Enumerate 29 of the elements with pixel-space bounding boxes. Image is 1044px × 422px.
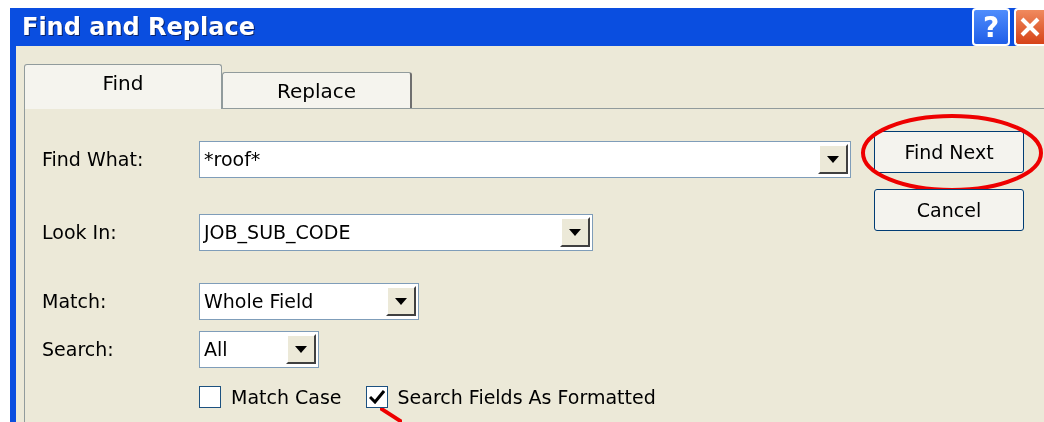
dropdown-button[interactable] bbox=[386, 286, 416, 316]
combo-box[interactable]: Whole Field bbox=[199, 282, 419, 320]
dialog-button[interactable]: Cancel bbox=[874, 189, 1024, 231]
window-title: Find and Replace bbox=[22, 13, 256, 41]
checkbox[interactable] bbox=[199, 386, 221, 408]
dropdown-button[interactable] bbox=[560, 217, 590, 247]
field-label: Match: bbox=[42, 290, 108, 312]
caret-icon bbox=[295, 345, 307, 353]
caret-icon bbox=[827, 155, 839, 163]
tab[interactable]: Find bbox=[24, 64, 222, 109]
close-icon bbox=[1019, 16, 1041, 38]
dialog-button[interactable]: Find Next bbox=[874, 131, 1024, 173]
checkbox-label: Search Fields As Formatted bbox=[397, 386, 656, 408]
combo-box[interactable]: *roof* bbox=[199, 140, 851, 178]
checkmark-icon bbox=[368, 390, 385, 404]
help-button[interactable]: ? bbox=[972, 8, 1010, 46]
dropdown-button[interactable] bbox=[818, 144, 848, 174]
tab[interactable]: Replace bbox=[222, 72, 412, 108]
close-button[interactable] bbox=[1014, 8, 1044, 46]
combo-box[interactable]: JOB_SUB_CODE bbox=[199, 213, 593, 251]
dropdown-button[interactable] bbox=[286, 334, 316, 364]
field-label: Look In: bbox=[42, 221, 118, 243]
checkbox[interactable] bbox=[365, 386, 388, 408]
field-label: Find What: bbox=[42, 148, 145, 170]
caret-icon bbox=[569, 228, 581, 236]
field-label: Search: bbox=[42, 338, 115, 360]
caret-icon bbox=[395, 297, 407, 305]
combo-box[interactable]: All bbox=[199, 330, 319, 368]
checkbox-label: Match Case bbox=[231, 386, 342, 408]
